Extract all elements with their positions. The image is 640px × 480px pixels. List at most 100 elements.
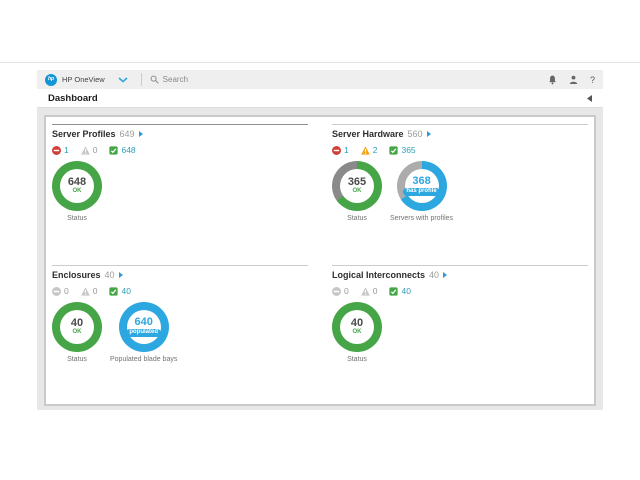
critical-icon [332,287,341,296]
chevron-right-icon[interactable] [427,131,431,137]
donut-label: Status [67,356,87,363]
panel-server-hardware: Server Hardware 560 1 2 365 [332,121,588,222]
stat-ok[interactable]: 365 [389,145,415,155]
stat-count[interactable]: 0 [344,286,349,296]
section-header: Enclosures 40 [52,270,308,280]
donut-label: Status [347,356,367,363]
stat-ok[interactable]: 40 [389,286,410,296]
donut-sub: populated [126,329,161,337]
panel-title-link[interactable]: Server Profiles [52,129,116,139]
donut-chart[interactable]: 365 OK [332,161,382,211]
blade-bays-donut[interactable]: 640 populated Populated blade bays [110,302,177,363]
chevron-right-icon[interactable] [139,131,143,137]
ok-icon [109,287,118,296]
stat-critical[interactable]: 1 [332,145,349,155]
donut-center: 368 has profile [405,169,439,203]
panel-title-link[interactable]: Logical Interconnects [332,270,425,280]
critical-icon [52,146,61,155]
donut-sub: has profile [403,188,439,196]
section-divider [332,265,588,266]
profiles-donut[interactable]: 368 has profile Servers with profiles [390,161,453,222]
bell-icon[interactable] [548,75,557,85]
status-donut[interactable]: 648 OK Status [52,161,102,222]
stat-count[interactable]: 2 [373,145,378,155]
donut-row: 648 OK Status [52,161,308,222]
critical-icon [332,146,341,155]
warning-icon [81,287,90,296]
stat-count[interactable]: 648 [121,145,135,155]
section-header: Server Profiles 649 [52,129,308,139]
dashboard-content: Server Profiles 649 1 0 648 [37,108,603,410]
donut-center: 40 OK [340,310,374,344]
panel-server-profiles: Server Profiles 649 1 0 648 [52,121,308,222]
section-divider [52,265,308,266]
chevron-down-icon[interactable] [118,77,128,83]
stat-count[interactable]: 40 [121,286,130,296]
status-summary: 0 0 40 [52,286,308,296]
ok-icon [109,146,118,155]
stat-count[interactable]: 0 [93,145,98,155]
donut-label: Status [347,215,367,222]
ok-icon [389,146,398,155]
donut-chart[interactable]: 648 OK [52,161,102,211]
status-donut[interactable]: 40 OK Status [52,302,102,363]
stat-count[interactable]: 0 [64,286,69,296]
donut-row: 40 OK Status [332,302,588,363]
stat-ok[interactable]: 648 [109,145,135,155]
hp-logo-icon[interactable]: hp [45,74,57,86]
stat-warning[interactable]: 2 [361,145,378,155]
panel-logical-interconnects: Logical Interconnects 40 0 0 40 [332,262,588,363]
warning-icon [81,146,90,155]
help-icon[interactable]: ? [590,75,595,85]
stat-critical[interactable]: 0 [52,286,69,296]
stat-warning[interactable]: 0 [81,286,98,296]
donut-chart[interactable]: 40 OK [52,302,102,352]
stat-warning[interactable]: 0 [361,286,378,296]
donut-value: 40 [351,318,363,330]
panel-title-link[interactable]: Server Hardware [332,129,404,139]
stat-count[interactable]: 1 [344,145,349,155]
stat-count[interactable]: 40 [401,286,410,296]
donut-center: 365 OK [340,169,374,203]
collapse-left-icon[interactable] [587,95,592,102]
hp-logo-text: hp [48,77,54,82]
panel-count[interactable]: 560 [408,129,423,139]
donut-chart[interactable]: 640 populated [119,302,169,352]
panel-count[interactable]: 40 [429,270,439,280]
status-donut[interactable]: 40 OK Status [332,302,382,363]
chevron-right-icon[interactable] [443,272,447,278]
stat-count[interactable]: 0 [93,286,98,296]
page-bar: Dashboard [37,89,603,108]
donut-chart[interactable]: 368 has profile [397,161,447,211]
app-name[interactable]: HP OneView [62,75,105,84]
stat-ok[interactable]: 40 [109,286,130,296]
stat-count[interactable]: 0 [373,286,378,296]
status-summary: 0 0 40 [332,286,588,296]
donut-value: 648 [68,177,86,189]
warning-icon [361,146,370,155]
search-input[interactable]: Search [163,75,188,84]
panel-count[interactable]: 40 [105,270,115,280]
donut-row: 365 OK Status 368 has profile [332,161,588,222]
donut-label: Servers with profiles [390,215,453,222]
stat-count[interactable]: 365 [401,145,415,155]
donut-sub: OK [353,188,362,195]
donut-value: 368 [412,176,430,188]
donut-chart[interactable]: 40 OK [332,302,382,352]
donut-value: 40 [71,318,83,330]
donut-value: 365 [348,177,366,189]
stat-count[interactable]: 1 [64,145,69,155]
stat-warning[interactable]: 0 [81,145,98,155]
stat-critical[interactable]: 0 [332,286,349,296]
user-icon[interactable] [569,75,578,84]
donut-row: 40 OK Status 640 populated [52,302,308,363]
status-summary: 1 2 365 [332,145,588,155]
donut-label: Populated blade bays [110,356,177,363]
stat-critical[interactable]: 1 [52,145,69,155]
status-donut[interactable]: 365 OK Status [332,161,382,222]
donut-value: 640 [134,317,152,329]
panel-count[interactable]: 649 [120,129,135,139]
chevron-right-icon[interactable] [119,272,123,278]
panel-title-link[interactable]: Enclosures [52,270,101,280]
hp-oneview-window: hp HP OneView Search ? Dashboard [37,70,603,410]
